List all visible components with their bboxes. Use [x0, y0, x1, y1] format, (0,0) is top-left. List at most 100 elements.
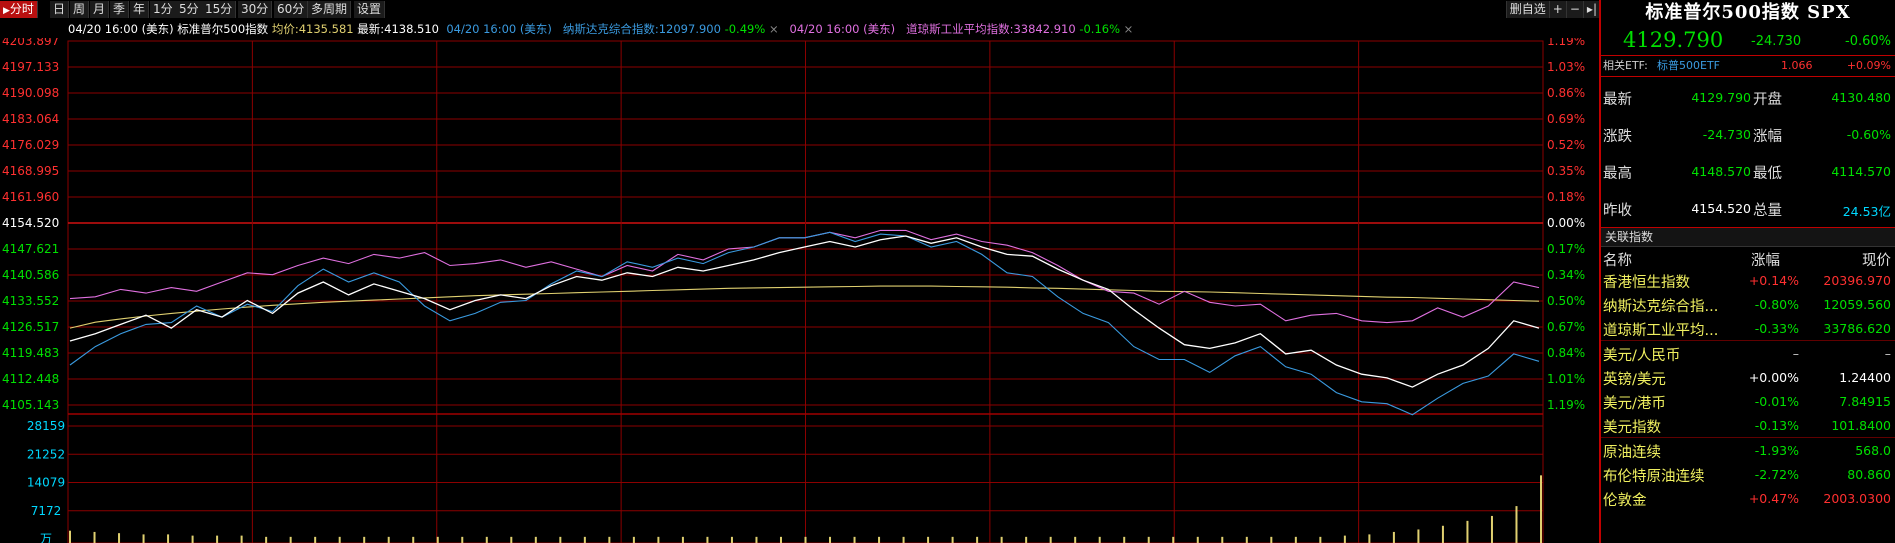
related-item-name: 美元/人民币: [1603, 348, 1681, 364]
volume-bar: [118, 533, 121, 543]
related-item-name: 原油连续: [1603, 445, 1661, 461]
price-tick-label: 4126.517: [2, 320, 59, 334]
related-item-pct: -0.80%: [1754, 297, 1799, 312]
volume-bar: [1466, 520, 1469, 543]
legend-cmp1-time: 04/20 16:00 (美东): [446, 22, 552, 36]
period-tab-week[interactable]: 周: [70, 1, 90, 18]
legend-cmp2-close-icon[interactable]: ×: [1124, 22, 1134, 36]
period-tab-1min[interactable]: 1分: [150, 1, 177, 18]
related-item[interactable]: 美元/人民币 – –: [1601, 340, 1895, 365]
price-tick-label: 4154.520: [2, 216, 59, 230]
volume-bar: [216, 535, 219, 543]
related-item[interactable]: 布伦特原油连续 -2.72% 80.860: [1601, 462, 1895, 486]
settings-button[interactable]: 设置: [354, 1, 386, 18]
related-item-price: 1.24400: [1839, 370, 1891, 385]
stat-value: 4129.790: [1691, 90, 1751, 105]
volume-bar: [829, 536, 832, 543]
period-tab-month[interactable]: 月: [90, 1, 110, 18]
etf-name[interactable]: 标普500ETF: [1657, 56, 1720, 76]
volume-bar: [1417, 529, 1420, 543]
zoom-in-icon[interactable]: +: [1548, 1, 1566, 18]
volume-bar: [265, 536, 268, 543]
volume-bar: [69, 530, 71, 543]
related-item[interactable]: 伦敦金 +0.47% 2003.0300: [1601, 486, 1895, 510]
related-item[interactable]: 香港恒生指数 +0.14% 20396.970: [1601, 268, 1895, 292]
legend-main-time: 04/20 16:00 (美东): [68, 22, 174, 36]
price-tick-label: 4147.621: [2, 242, 59, 256]
price-tick-label: 4140.586: [2, 268, 59, 282]
volume-bar: [976, 536, 979, 543]
price-tick-label: 4203.897: [2, 38, 59, 48]
period-tab-5min[interactable]: 5分: [176, 1, 203, 18]
volume-bar: [853, 536, 856, 543]
volume-bar: [951, 536, 954, 543]
related-item-pct: +0.14%: [1748, 273, 1799, 288]
etf-label: 相关ETF:: [1603, 59, 1648, 72]
related-item[interactable]: 英镑/美元 +0.00% 1.24400: [1601, 365, 1895, 389]
right-toolbar: 删自选 + − ▸|: [1505, 1, 1600, 19]
volume-bar: [93, 531, 96, 543]
period-tab-year[interactable]: 年: [130, 1, 150, 18]
related-item-pct: -2.72%: [1754, 467, 1799, 482]
period-tab-multi[interactable]: 多周期: [308, 1, 352, 18]
volume-bar: [804, 536, 807, 543]
stat-value: -24.730: [1702, 127, 1751, 142]
related-item[interactable]: 纳斯达克综合指... -0.80% 12059.560: [1601, 292, 1895, 316]
volume-bar: [485, 536, 488, 543]
related-col-pct: 涨幅: [1751, 253, 1780, 269]
related-section-title: 关联指数: [1601, 227, 1895, 247]
zoom-out-icon[interactable]: −: [1565, 1, 1583, 18]
price-tick-label: 4190.098: [2, 86, 59, 100]
volume-bar: [681, 536, 684, 543]
period-tab-intraday[interactable]: ▶分时: [0, 1, 38, 18]
volume-bar: [412, 536, 415, 543]
period-tab-15min[interactable]: 15分: [202, 1, 237, 18]
related-item[interactable]: 原油连续 -1.93% 568.0: [1601, 437, 1895, 462]
volume-bar: [314, 536, 317, 543]
price-tick-label: 4168.995: [2, 164, 59, 178]
jump-end-icon[interactable]: ▸|: [1582, 1, 1600, 18]
related-etf-row[interactable]: 相关ETF: 标普500ETF 1.066 +0.09%: [1601, 55, 1895, 77]
remove-watchlist-button[interactable]: 删自选: [1505, 1, 1549, 18]
series-line-avg: [69, 285, 1540, 329]
legend-last-value: 4138.510: [384, 22, 439, 36]
volume-bar: [1025, 536, 1028, 543]
legend-cmp1-name: 纳斯达克综合指数:: [562, 22, 659, 36]
price-tick-label: 4183.064: [2, 112, 59, 126]
volume-bar: [1000, 536, 1003, 543]
volume-bar: [927, 536, 930, 543]
volume-bar: [657, 536, 660, 543]
volume-bar: [142, 534, 145, 543]
stats-row: 昨收 4154.520 总量 24.53亿: [1601, 188, 1895, 225]
pct-tick-label: 0.18%: [1547, 190, 1585, 204]
volume-bar: [510, 536, 513, 543]
pct-tick-label: 1.19%: [1547, 38, 1585, 48]
intraday-chart[interactable]: 4203.897 1.19% 4197.133 1.03% 4190.098 0.86% 4…: [0, 38, 1598, 543]
volume-bar: [1049, 536, 1052, 543]
related-item-name: 美元指数: [1603, 420, 1661, 436]
volume-bar: [779, 536, 782, 543]
period-tab-day[interactable]: 日: [50, 1, 70, 18]
volume-bar: [706, 536, 709, 543]
legend-last-label: 最新:: [357, 22, 385, 36]
legend-cmp1-close-icon[interactable]: ×: [769, 22, 779, 36]
related-item[interactable]: 美元指数 -0.13% 101.8400: [1601, 413, 1895, 437]
volume-bar: [1343, 535, 1346, 543]
related-item[interactable]: 道琼斯工业平均... -0.33% 33786.620: [1601, 316, 1895, 340]
period-tab-60min[interactable]: 60分: [274, 1, 309, 18]
price-tick-label: 4133.552: [2, 294, 59, 308]
period-tab-quarter[interactable]: 季: [110, 1, 130, 18]
stat-label: 涨跌: [1603, 129, 1632, 145]
related-item[interactable]: 美元/港币 -0.01% 7.84915: [1601, 389, 1895, 413]
volume-bar: [730, 536, 733, 543]
stats-row: 最高 4148.570 最低 4114.570: [1601, 151, 1895, 188]
related-item-pct: -1.93%: [1754, 443, 1799, 458]
period-tab-30min[interactable]: 30分: [238, 1, 273, 18]
related-item-pct: +0.47%: [1748, 491, 1799, 506]
related-item-price: 7.84915: [1839, 394, 1891, 409]
related-list: 香港恒生指数 +0.14% 20396.970 纳斯达克综合指... -0.80% 120…: [1601, 268, 1895, 510]
related-item-pct: -0.13%: [1754, 418, 1799, 433]
related-item-price: 20396.970: [1823, 273, 1891, 288]
related-item-price: 2003.0300: [1823, 491, 1891, 506]
volume-bar: [1098, 536, 1101, 543]
